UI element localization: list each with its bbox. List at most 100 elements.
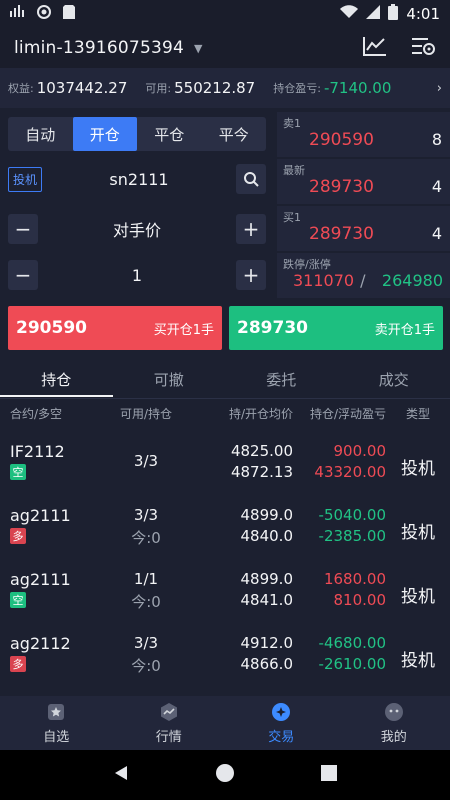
float-pnl: 43320.00 — [314, 463, 386, 481]
today-qty: 今:0 — [131, 593, 161, 611]
tab-positions[interactable]: 持仓 — [0, 362, 113, 397]
open-avg-price: 4866.0 — [240, 655, 294, 673]
position-tabs: 持仓 可撤 委托 成交 — [0, 362, 450, 397]
bid-label: 买1 — [283, 211, 301, 224]
hold-pnl: -5040.00 — [318, 506, 386, 524]
header-contract: 合约/多空 — [10, 407, 63, 421]
available-label: 可用: — [145, 82, 172, 95]
account-selector[interactable]: limin-13916075394 — [14, 38, 184, 58]
header-pnl: 持仓/浮动盈亏 — [309, 407, 386, 421]
limit-label: 跌停/涨停 — [283, 258, 331, 271]
ask-volume: 8 — [431, 130, 442, 149]
direction-badge: 多 — [10, 528, 26, 544]
nav-profile-label: 我的 — [380, 729, 407, 745]
tab-trades[interactable]: 成交 — [338, 362, 450, 396]
tab-close-today[interactable]: 平今 — [202, 117, 267, 151]
chevron-right-icon[interactable]: › — [437, 81, 442, 96]
star-box-icon — [48, 703, 65, 720]
tab-orders[interactable]: 委托 — [225, 362, 338, 396]
bid-quote[interactable]: 买1 289730 4 — [277, 206, 450, 251]
ask-quote[interactable]: 卖1 290590 8 — [277, 112, 450, 157]
tab-close[interactable]: 平仓 — [137, 117, 202, 151]
open-avg-price: 4872.13 — [230, 463, 293, 481]
chevron-down-icon[interactable]: ▼ — [194, 42, 202, 55]
sd-card-icon — [62, 4, 76, 24]
nav-watchlist[interactable]: 自选 — [0, 696, 113, 750]
nav-market[interactable]: 行情 — [113, 696, 226, 750]
wifi-icon — [340, 5, 359, 23]
last-price: 289730 — [309, 177, 374, 197]
sell-open-button[interactable]: 289730 卖开仓1手 — [229, 306, 443, 350]
search-icon — [244, 172, 259, 187]
hedge-type: 投机 — [401, 459, 435, 479]
tab-open[interactable]: 开仓 — [72, 117, 137, 151]
nav-profile[interactable]: 我的 — [338, 696, 450, 750]
hold-pnl: -4680.00 — [318, 634, 386, 652]
table-row[interactable]: IF2112 空 3/3 4825.00 4872.13 900.00 4332… — [0, 436, 450, 500]
nav-watchlist-label: 自选 — [43, 729, 70, 745]
limit-separator: / — [360, 271, 366, 290]
symbol-input[interactable]: sn2111 — [42, 170, 236, 189]
position-pnl-label: 持仓盈亏: — [273, 82, 321, 95]
home-icon[interactable] — [215, 763, 235, 787]
available-qty: 3/3 — [133, 452, 159, 470]
hold-avg-price: 4899.0 — [240, 506, 294, 524]
table-row[interactable]: ag2111 空 1/1 今:0 4899.0 4841.0 1680.00 8… — [0, 564, 450, 628]
recents-icon[interactable] — [320, 764, 338, 786]
search-button[interactable] — [236, 164, 266, 194]
trade-buttons: 290590 买开仓1手 289730 卖开仓1手 — [0, 306, 450, 350]
last-label: 最新 — [283, 164, 305, 177]
nav-trade[interactable]: 交易 — [225, 696, 338, 750]
tab-auto[interactable]: 自动 — [8, 117, 73, 151]
chart-line-icon[interactable] — [362, 35, 388, 61]
table-row[interactable]: ag2111 多 3/3 今:0 4899.0 4840.0 -5040.00 … — [0, 500, 450, 564]
quantity-decrease-button[interactable]: − — [8, 260, 38, 290]
price-type-input[interactable]: 对手价 — [38, 217, 236, 241]
direction-badge: 空 — [10, 592, 26, 608]
sell-label: 卖开仓1手 — [374, 322, 435, 338]
equity-label: 权益: — [8, 82, 34, 95]
quantity-increase-button[interactable]: + — [236, 260, 266, 290]
quantity-row: − 1 + — [8, 258, 266, 292]
hedge-type-tag[interactable]: 投机 — [8, 166, 43, 192]
settings-list-icon[interactable] — [410, 35, 436, 61]
quantity-input[interactable]: 1 — [38, 266, 236, 285]
buy-open-button[interactable]: 290590 买开仓1手 — [8, 306, 222, 350]
header-available: 可用/持仓 — [119, 407, 173, 421]
price-increase-button[interactable]: + — [236, 214, 266, 244]
available-qty: 3/3 — [133, 634, 159, 652]
last-quote[interactable]: 最新 289730 4 — [277, 159, 450, 204]
limit-quote: 跌停/涨停 311070 / 264980 — [277, 253, 450, 298]
hedge-type: 投机 — [401, 651, 435, 671]
open-avg-price: 4840.0 — [240, 527, 294, 545]
contract-code: ag2112 — [10, 634, 71, 653]
account-summary-bar[interactable]: 权益: 1037442.27 可用: 550212.87 持仓盈亏: -7140… — [0, 68, 450, 108]
limit-down-price: 264980 — [381, 271, 443, 290]
today-qty: 今:0 — [131, 529, 161, 547]
nav-market-label: 行情 — [155, 729, 182, 745]
app-header: limin-13916075394 ▼ — [0, 28, 450, 68]
status-bar: 4:01 — [0, 0, 450, 28]
quote-panel: 卖1 290590 8 最新 289730 4 买1 289730 4 跌停/涨… — [277, 112, 450, 298]
header-type: 类型 — [405, 407, 430, 421]
system-navigation-bar — [0, 750, 450, 800]
nav-trade-label: 交易 — [268, 729, 295, 745]
contract-code: ag2111 — [10, 570, 71, 589]
clock-text: 4:01 — [406, 5, 440, 23]
symbol-row: 投机 sn2111 — [8, 162, 266, 196]
float-pnl: -2610.00 — [318, 655, 386, 673]
contract-code: IF2112 — [10, 442, 65, 461]
header-avg-price: 持/开仓均价 — [228, 407, 293, 421]
price-decrease-button[interactable]: − — [8, 214, 38, 244]
hold-avg-price: 4825.00 — [230, 442, 293, 460]
hold-avg-price: 4899.0 — [240, 570, 294, 588]
bid-volume: 4 — [431, 224, 442, 243]
available-qty: 3/3 — [133, 506, 159, 524]
equity-value: 1037442.27 — [36, 79, 128, 97]
back-icon[interactable] — [112, 764, 130, 786]
tab-cancelable[interactable]: 可撤 — [113, 362, 226, 396]
order-form: 自动 开仓 平仓 平今 投机 sn2111 − 对手价 + − 1 + — [0, 112, 275, 298]
table-row[interactable]: ag2112 多 3/3 今:0 4912.0 4866.0 -4680.00 … — [0, 628, 450, 692]
market-hexagon-icon — [160, 702, 177, 721]
today-qty: 今:0 — [131, 657, 161, 675]
